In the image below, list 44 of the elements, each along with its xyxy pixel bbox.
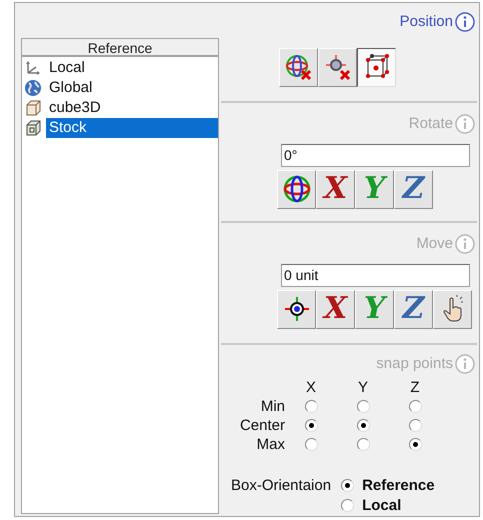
list-item[interactable]: Global (46, 78, 218, 98)
list-item[interactable]: cube3D (46, 98, 218, 118)
radio-label[interactable]: Local (362, 496, 402, 516)
radio-button[interactable] (408, 400, 422, 412)
radio-button[interactable] (304, 418, 318, 432)
radio-button[interactable] (356, 438, 370, 450)
column-header: X (304, 378, 317, 396)
radio-label[interactable]: Reference (362, 476, 435, 496)
section-title: Rotate (408, 114, 453, 134)
list-header: Reference (22, 39, 218, 57)
radio-button[interactable] (356, 418, 370, 432)
axis-button[interactable]: X (316, 290, 355, 328)
field-label: Box-Orientaion (231, 476, 332, 496)
section-title: Move (416, 234, 453, 254)
input-field[interactable]: 0° (281, 144, 470, 166)
section-title: Position (400, 12, 453, 32)
input-field[interactable]: 0 unit (281, 264, 470, 286)
globe-icon (24, 79, 42, 97)
section-title: snap points (376, 354, 453, 374)
row-label: Center (238, 416, 285, 434)
info-icon[interactable] (455, 12, 475, 32)
axis-button[interactable]: Z (394, 290, 433, 328)
column-header: Z (409, 378, 421, 396)
radio-button[interactable] (408, 418, 422, 432)
radio-button[interactable] (304, 400, 318, 412)
radio-button[interactable] (341, 479, 354, 492)
cube-icon (24, 99, 42, 117)
crosshair-icon (282, 295, 310, 323)
radio-button[interactable] (408, 438, 422, 450)
axes-icon (24, 59, 42, 77)
box-icon (24, 119, 42, 137)
axis-button[interactable]: X (316, 170, 355, 208)
row-label: Max (256, 434, 285, 454)
radio-button[interactable] (356, 400, 370, 412)
radio-button[interactable] (304, 438, 318, 450)
column-header: Y (356, 378, 369, 396)
list-item[interactable]: Local (46, 58, 218, 78)
globe-icon (282, 174, 312, 204)
radio-button[interactable] (341, 499, 354, 512)
row-label: Min (260, 396, 285, 416)
tool-button[interactable] (357, 48, 396, 86)
list-item[interactable]: Stock (46, 118, 218, 138)
globe-remove-icon (284, 52, 314, 82)
axis-button[interactable]: Z (394, 170, 433, 208)
